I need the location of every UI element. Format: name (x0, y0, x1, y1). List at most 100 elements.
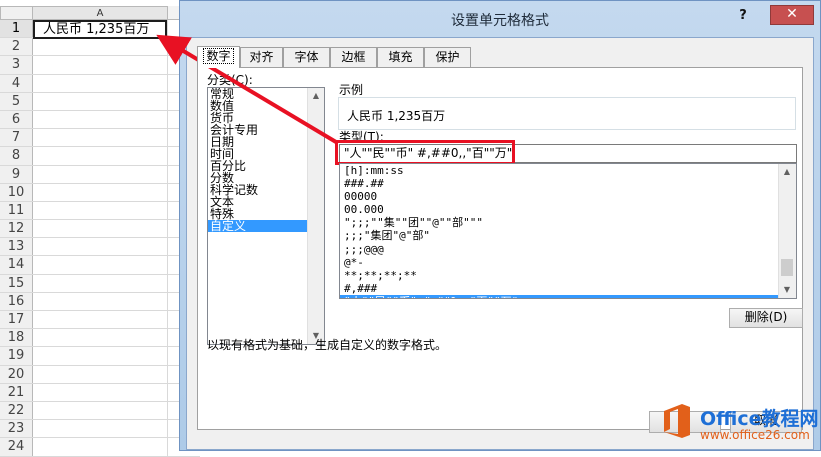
cell[interactable] (33, 401, 168, 420)
format-item[interactable]: ;;;"集团"@"部" (340, 229, 796, 242)
column-header-a[interactable]: A (33, 6, 168, 20)
row-header[interactable]: 3 (0, 56, 33, 74)
format-scrollbar[interactable]: ▲ ▼ (778, 164, 796, 298)
row-header[interactable]: 11 (0, 201, 33, 220)
row-header[interactable]: 20 (0, 365, 33, 383)
tab-protection[interactable]: 保护 (424, 47, 471, 67)
row-header[interactable]: 17 (0, 311, 33, 329)
sheet-row: 8 (0, 147, 200, 166)
format-item[interactable]: "人""民""币" #,##0,,"百""万" (340, 294, 796, 298)
dialog-titlebar[interactable]: 设置单元格格式 ? ✕ (180, 1, 820, 37)
cell[interactable] (33, 256, 168, 274)
cell[interactable] (33, 92, 168, 110)
cell[interactable] (33, 147, 168, 165)
format-item[interactable]: #,### (340, 282, 796, 295)
cell[interactable] (33, 110, 168, 129)
watermark-title: Office教程网 (700, 408, 819, 430)
row-header[interactable]: 14 (0, 256, 33, 274)
row-header[interactable]: 19 (0, 347, 33, 365)
format-items: [h]:mm:ss ###.## 00000 00.000 ";;;""集""团""@"… (340, 164, 796, 298)
format-item[interactable]: 00000 (340, 190, 796, 203)
category-list[interactable]: 常规 数值 货币 会计专用 日期 时间 百分比 分数 科学记数 文本 特殊 自定义 ▲ ▼ (207, 87, 325, 345)
sheet-row: 14 (0, 256, 200, 275)
format-item[interactable]: ";;;""集""团""@""部""" (340, 216, 796, 229)
fill-handle[interactable] (164, 36, 169, 41)
cell[interactable] (33, 383, 168, 401)
row-header[interactable]: 8 (0, 147, 33, 165)
sample-label: 示例 (339, 83, 364, 97)
help-button[interactable]: ? (732, 6, 754, 26)
row-header[interactable]: 12 (0, 220, 33, 238)
sheet-row: 22 (0, 401, 200, 421)
tab-alignment[interactable]: 对齐 (240, 47, 283, 67)
sheet-row: 11 (0, 201, 200, 221)
sheet-row: 13 (0, 238, 200, 257)
row-header[interactable]: 10 (0, 183, 33, 201)
row-header[interactable]: 13 (0, 238, 33, 256)
row-header[interactable]: 4 (0, 74, 33, 92)
format-item[interactable]: **;**;**;** (340, 269, 796, 282)
select-all-corner[interactable] (0, 6, 33, 20)
cell[interactable] (33, 238, 168, 256)
tab-fill[interactable]: 填充 (377, 47, 424, 67)
sheet-row: 5 (0, 92, 200, 111)
row-header[interactable]: 5 (0, 92, 33, 110)
scroll-thumb[interactable] (781, 259, 793, 276)
cell[interactable] (33, 365, 168, 383)
format-item[interactable]: [h]:mm:ss (340, 164, 796, 177)
sheet-row: 12 (0, 220, 200, 239)
row-header[interactable]: 6 (0, 110, 33, 129)
cell[interactable] (33, 347, 168, 365)
tab-number[interactable]: 数字 (197, 46, 240, 68)
cell[interactable] (33, 165, 168, 183)
scroll-down-icon[interactable]: ▼ (779, 282, 795, 298)
watermark: Office教程网 www.office26.com (660, 400, 821, 451)
sheet-row: 23 (0, 420, 200, 439)
format-item[interactable]: @*- (340, 256, 796, 269)
sample-value: 人民币 1,235百万 (347, 109, 446, 123)
category-scrollbar[interactable]: ▲ ▼ (307, 88, 324, 344)
cell[interactable] (33, 220, 168, 238)
cell[interactable] (33, 438, 168, 456)
cell[interactable] (33, 201, 168, 220)
row-header[interactable]: 23 (0, 420, 33, 438)
cell[interactable] (33, 420, 168, 438)
tab-border[interactable]: 边框 (330, 47, 377, 67)
row-header[interactable]: 21 (0, 383, 33, 401)
format-list[interactable]: [h]:mm:ss ###.## 00000 00.000 ";;;""集""团""@"… (339, 163, 797, 299)
delete-button[interactable]: 删除(D) (729, 308, 803, 328)
scroll-up-icon[interactable]: ▲ (308, 88, 324, 104)
tab-font[interactable]: 字体 (283, 47, 330, 67)
cell[interactable] (33, 38, 168, 56)
cell[interactable] (33, 274, 168, 292)
row-header[interactable]: 22 (0, 401, 33, 420)
close-button[interactable]: ✕ (770, 5, 814, 25)
row-header[interactable]: 15 (0, 274, 33, 292)
cell[interactable] (33, 129, 168, 147)
cell[interactable] (33, 329, 168, 347)
row-header[interactable]: 9 (0, 165, 33, 183)
cell[interactable] (33, 183, 168, 201)
scroll-up-icon[interactable]: ▲ (779, 164, 795, 180)
format-item[interactable]: ###.## (340, 177, 796, 190)
row-header[interactable]: 7 (0, 129, 33, 147)
format-item[interactable]: ;;;@@@ (340, 243, 796, 256)
sheet-row: 20 (0, 365, 200, 384)
cell[interactable] (33, 56, 168, 74)
cell[interactable] (33, 74, 168, 92)
row-header[interactable]: 24 (0, 438, 33, 456)
sheet-row: 6 (0, 110, 200, 130)
sheet-row: 19 (0, 347, 200, 366)
cell[interactable] (33, 311, 168, 329)
sheet-row: 7 (0, 129, 200, 148)
row-header[interactable]: 16 (0, 292, 33, 310)
dialog-title: 设置单元格格式 (451, 13, 549, 29)
row-header[interactable]: 2 (0, 38, 33, 56)
cell-a1[interactable]: 人民币 1,235百万 (33, 20, 167, 39)
row-header[interactable]: 1 (0, 20, 33, 38)
format-item[interactable]: 00.000 (340, 203, 796, 216)
number-tab-panel: 分类(C): 常规 数值 货币 会计专用 日期 时间 百分比 分数 科学记数 文本 特殊 自定义 ▲ … (197, 67, 803, 430)
sheet-row: 2 (0, 38, 200, 57)
row-header[interactable]: 18 (0, 329, 33, 347)
cell[interactable] (33, 292, 168, 310)
